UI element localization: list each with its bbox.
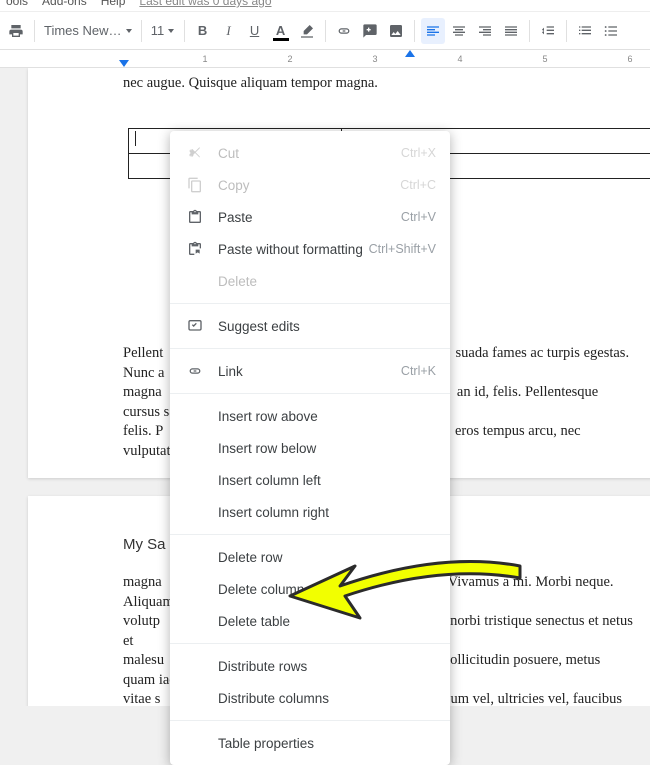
context-menu: Cut Ctrl+X Copy Ctrl+C Paste Ctrl+V Past… [170, 131, 450, 765]
ctx-insert-column-left[interactable]: Insert column left [170, 464, 450, 496]
menu-separator [170, 303, 450, 304]
cut-icon [184, 145, 206, 161]
underline-button[interactable]: U [243, 18, 267, 44]
numbered-list-button[interactable] [573, 18, 597, 44]
ctx-distribute-columns[interactable]: Distribute columns [170, 682, 450, 714]
menubar: ools Add-ons Help Last edit was 0 days a… [0, 0, 650, 12]
ctx-table-properties[interactable]: Table properties [170, 727, 450, 759]
ctx-copy: Copy Ctrl+C [170, 169, 450, 201]
ruler-tick: 6 [627, 54, 632, 64]
ctx-paste-without-formatting[interactable]: Paste without formatting Ctrl+Shift+V [170, 233, 450, 265]
toolbar-separator [414, 20, 415, 42]
last-edit-link[interactable]: Last edit was 0 days ago [139, 0, 271, 8]
menu-tools[interactable]: ools [6, 0, 28, 8]
ruler-tick: 2 [287, 54, 292, 64]
menu-separator [170, 720, 450, 721]
text-color-button[interactable]: A [269, 18, 293, 44]
ctx-distribute-rows[interactable]: Distribute rows [170, 650, 450, 682]
chevron-down-icon [126, 29, 132, 33]
color-underline [273, 38, 289, 41]
toolbar-separator [529, 20, 530, 42]
ctx-insert-column-right[interactable]: Insert column right [170, 496, 450, 528]
highlight-button[interactable] [295, 18, 319, 44]
ctx-link[interactable]: Link Ctrl+K [170, 355, 450, 387]
link-icon [184, 363, 206, 379]
ctx-insert-row-below[interactable]: Insert row below [170, 432, 450, 464]
chevron-down-icon [168, 29, 174, 33]
body-text[interactable]: nec augue. Quisque aliquam tempor magna. [28, 68, 650, 94]
bulleted-list-button[interactable] [599, 18, 623, 44]
menu-separator [170, 348, 450, 349]
toolbar-separator [141, 20, 142, 42]
ruler-tick: 3 [372, 54, 377, 64]
italic-button[interactable]: I [217, 18, 241, 44]
font-name: Times New… [44, 23, 122, 38]
insert-image-button[interactable] [384, 18, 408, 44]
toolbar-separator [34, 20, 35, 42]
align-center-button[interactable] [447, 18, 471, 44]
bold-button[interactable]: B [191, 18, 215, 44]
align-left-button[interactable] [421, 18, 445, 44]
ctx-suggest-edits[interactable]: Suggest edits [170, 310, 450, 342]
ruler-tick: 4 [457, 54, 462, 64]
toolbar-separator [566, 20, 567, 42]
align-justify-button[interactable] [499, 18, 523, 44]
paste-icon [184, 209, 206, 225]
toolbar: Times New… 11 B I U A [0, 12, 650, 50]
ruler-indent-marker[interactable] [119, 60, 129, 67]
toolbar-separator [184, 20, 185, 42]
ctx-insert-row-above[interactable]: Insert row above [170, 400, 450, 432]
ruler[interactable]: 1 2 3 4 5 6 [0, 50, 650, 68]
ctx-delete-column[interactable]: Delete column [170, 573, 450, 605]
toolbar-separator [325, 20, 326, 42]
insert-link-button[interactable] [332, 18, 356, 44]
text-cursor [135, 131, 136, 146]
align-right-button[interactable] [473, 18, 497, 44]
add-comment-button[interactable] [358, 18, 382, 44]
line-spacing-button[interactable] [536, 18, 560, 44]
paste-plain-icon [184, 241, 206, 257]
print-button[interactable] [4, 18, 28, 44]
suggest-icon [184, 318, 206, 334]
font-size: 11 [151, 23, 165, 38]
ctx-paste[interactable]: Paste Ctrl+V [170, 201, 450, 233]
ctx-delete-row[interactable]: Delete row [170, 541, 450, 573]
ruler-tab-marker[interactable] [405, 50, 415, 57]
menu-separator [170, 534, 450, 535]
ruler-tick: 1 [202, 54, 207, 64]
menu-addons[interactable]: Add-ons [42, 0, 87, 8]
menu-separator [170, 393, 450, 394]
font-dropdown[interactable]: Times New… [41, 18, 135, 44]
fontsize-dropdown[interactable]: 11 [148, 18, 178, 44]
ctx-cut: Cut Ctrl+X [170, 137, 450, 169]
ctx-delete-table[interactable]: Delete table [170, 605, 450, 637]
menu-separator [170, 643, 450, 644]
ruler-tick: 5 [542, 54, 547, 64]
copy-icon [184, 177, 206, 193]
ctx-delete: Delete [170, 265, 450, 297]
menu-help[interactable]: Help [101, 0, 126, 8]
